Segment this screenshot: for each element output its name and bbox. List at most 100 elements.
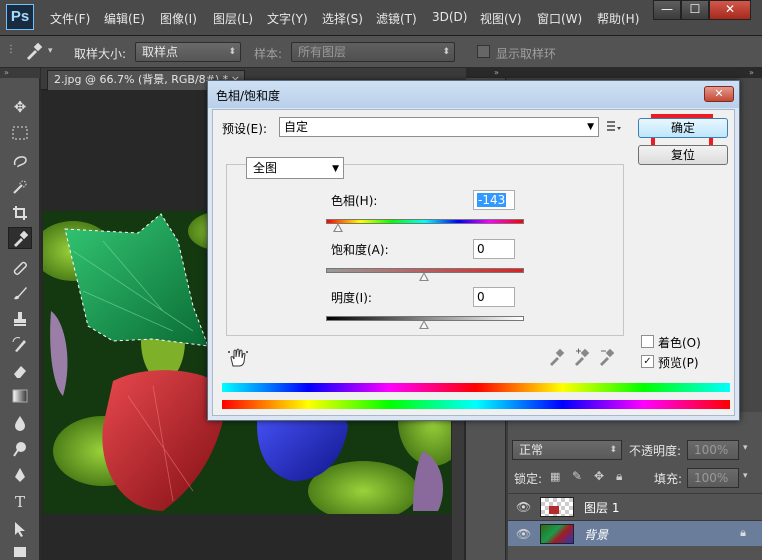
menu-help[interactable]: 帮助(H) [597,10,639,27]
menu-type[interactable]: 文字(Y) [267,10,308,27]
sample-value: 所有图层 [298,45,347,59]
toolbox-collapse-icon[interactable]: » [0,68,40,78]
menu-filter[interactable]: 滤镜(T) [376,10,417,27]
path-selection-tool-icon[interactable] [8,518,32,540]
lock-position-icon[interactable]: ✥ [594,469,604,483]
menu-window[interactable]: 窗口(W) [537,10,582,27]
saturation-label: 饱和度(A): [331,243,389,257]
subtract-from-sample-eyedropper-icon[interactable] [598,348,616,366]
blend-mode-select[interactable]: 正常 ⬍ [512,440,622,460]
document-tab-title: 2.jpg @ 66.7% (背景, RGB/8#) * [54,73,229,86]
chevron-down-icon[interactable]: ▾ [743,443,748,453]
show-ring-checkbox[interactable] [477,45,490,58]
chevron-down-icon[interactable]: ▾ [743,471,748,481]
tool-preset-arrow-icon[interactable]: ▾ [48,46,53,56]
thumbnail-content [549,506,559,514]
channel-select[interactable]: 全图 ▼ [246,157,344,179]
dock-strip [466,68,506,78]
maximize-button[interactable]: ☐ [681,0,709,20]
eyedropper-tool-icon[interactable] [8,227,32,249]
eye-icon[interactable]: 👁︎ [516,527,531,541]
adjusted-color-bar [222,383,730,392]
hue-slider-track[interactable] [326,219,524,224]
layer-row[interactable]: 👁︎ 图层 1 [508,493,762,519]
rectangle-tool-icon[interactable] [8,542,32,560]
quick-select-tool-icon[interactable] [8,176,32,198]
healing-brush-tool-icon[interactable] [8,257,32,279]
preset-select[interactable]: 自定 ▼ [279,117,599,137]
sample-size-select[interactable]: 取样点 ⬍ [135,42,241,62]
dialog-close-button[interactable]: ✕ [704,86,734,102]
adjustment-group [226,164,624,336]
hue-label: 色相(H): [331,194,378,208]
history-brush-tool-icon[interactable] [8,334,32,356]
blur-tool-icon[interactable] [8,412,32,434]
menu-image[interactable]: 图像(I) [160,10,197,27]
fill-value: 100% [694,471,729,485]
layer-name: 图层 1 [584,501,620,515]
lock-icon: 🔒︎ [740,526,746,539]
ok-button[interactable]: 确定 [638,118,728,138]
chevron-down-icon: ▼ [332,164,339,174]
menu-view[interactable]: 视图(V) [480,10,522,27]
add-to-sample-eyedropper-icon[interactable] [573,348,591,366]
fill-label: 填充: [654,472,683,486]
hue-input[interactable]: -143 [473,190,515,210]
marquee-tool-icon[interactable] [8,123,32,145]
gradient-tool-icon[interactable] [8,386,32,408]
hand-adjust-tool-icon[interactable] [227,348,249,371]
lock-transparent-icon[interactable]: ▦ [550,470,560,483]
eyedropper-tool-icon[interactable] [24,41,44,64]
lightness-input[interactable]: 0 [473,287,515,307]
preset-value: 自定 [284,120,309,134]
hue-slider-thumb[interactable] [333,223,343,232]
type-tool-icon[interactable]: T [8,491,32,513]
brush-tool-icon[interactable] [8,282,32,304]
menu-file[interactable]: 文件(F) [50,10,90,27]
menu-layer[interactable]: 图层(L) [213,10,253,27]
dialog-titlebar[interactable]: 色相/饱和度 ✕ [208,81,739,108]
eye-icon[interactable]: 👁︎ [516,500,531,514]
chevron-updown-icon: ⬍ [609,445,617,455]
clone-stamp-tool-icon[interactable] [8,308,32,330]
collapse-icon[interactable]: » [749,68,754,77]
preset-options-icon[interactable] [606,119,622,136]
move-tool-icon[interactable]: ✥ [8,96,32,118]
dodge-tool-icon[interactable] [8,438,32,460]
close-window-button[interactable]: ✕ [709,0,751,20]
original-color-bar [222,400,730,409]
pen-tool-icon[interactable] [8,464,32,486]
menu-edit[interactable]: 编辑(E) [104,10,145,27]
menu-bar: Ps 文件(F) 编辑(E) 图像(I) 图层(L) 文字(Y) 选择(S) 滤… [0,0,762,36]
minimize-button[interactable]: — [653,0,681,20]
lasso-tool-icon[interactable] [8,150,32,172]
eraser-tool-icon[interactable] [8,360,32,382]
lock-all-icon[interactable]: 🔒︎ [616,469,622,484]
menu-select[interactable]: 选择(S) [322,10,363,27]
opacity-label: 不透明度: [629,444,682,458]
lightness-slider-thumb[interactable] [419,320,429,329]
colorize-checkbox[interactable] [641,335,654,348]
lock-pixels-icon[interactable]: ✎ [572,469,582,483]
opacity-input[interactable]: 100% [687,440,739,460]
sample-size-label: 取样大小: [74,47,127,61]
collapse-icon[interactable]: » [494,68,499,77]
colorize-label: 着色(O) [658,336,701,350]
menu-3d[interactable]: 3D(D) [432,10,467,24]
lightness-label: 明度(I): [331,291,372,305]
fill-input[interactable]: 100% [687,468,739,488]
crop-tool-icon[interactable] [8,202,32,224]
sample-select[interactable]: 所有图层 ⬍ [291,42,455,62]
chevron-updown-icon: ⬍ [228,47,236,57]
eyedropper-icon[interactable] [548,348,566,366]
saturation-slider-thumb[interactable] [419,272,429,281]
layer-thumbnail [540,497,574,517]
dock-strip [506,68,762,78]
layer-thumbnail [540,524,574,544]
hue-value: -143 [477,193,507,207]
saturation-input[interactable]: 0 [473,239,515,259]
preview-checkbox[interactable]: ✓ [641,355,654,368]
reset-button[interactable]: 复位 [638,145,728,165]
layer-row[interactable]: 👁︎ 背景 🔒︎ [508,520,762,546]
dialog-title: 色相/饱和度 [216,89,281,103]
